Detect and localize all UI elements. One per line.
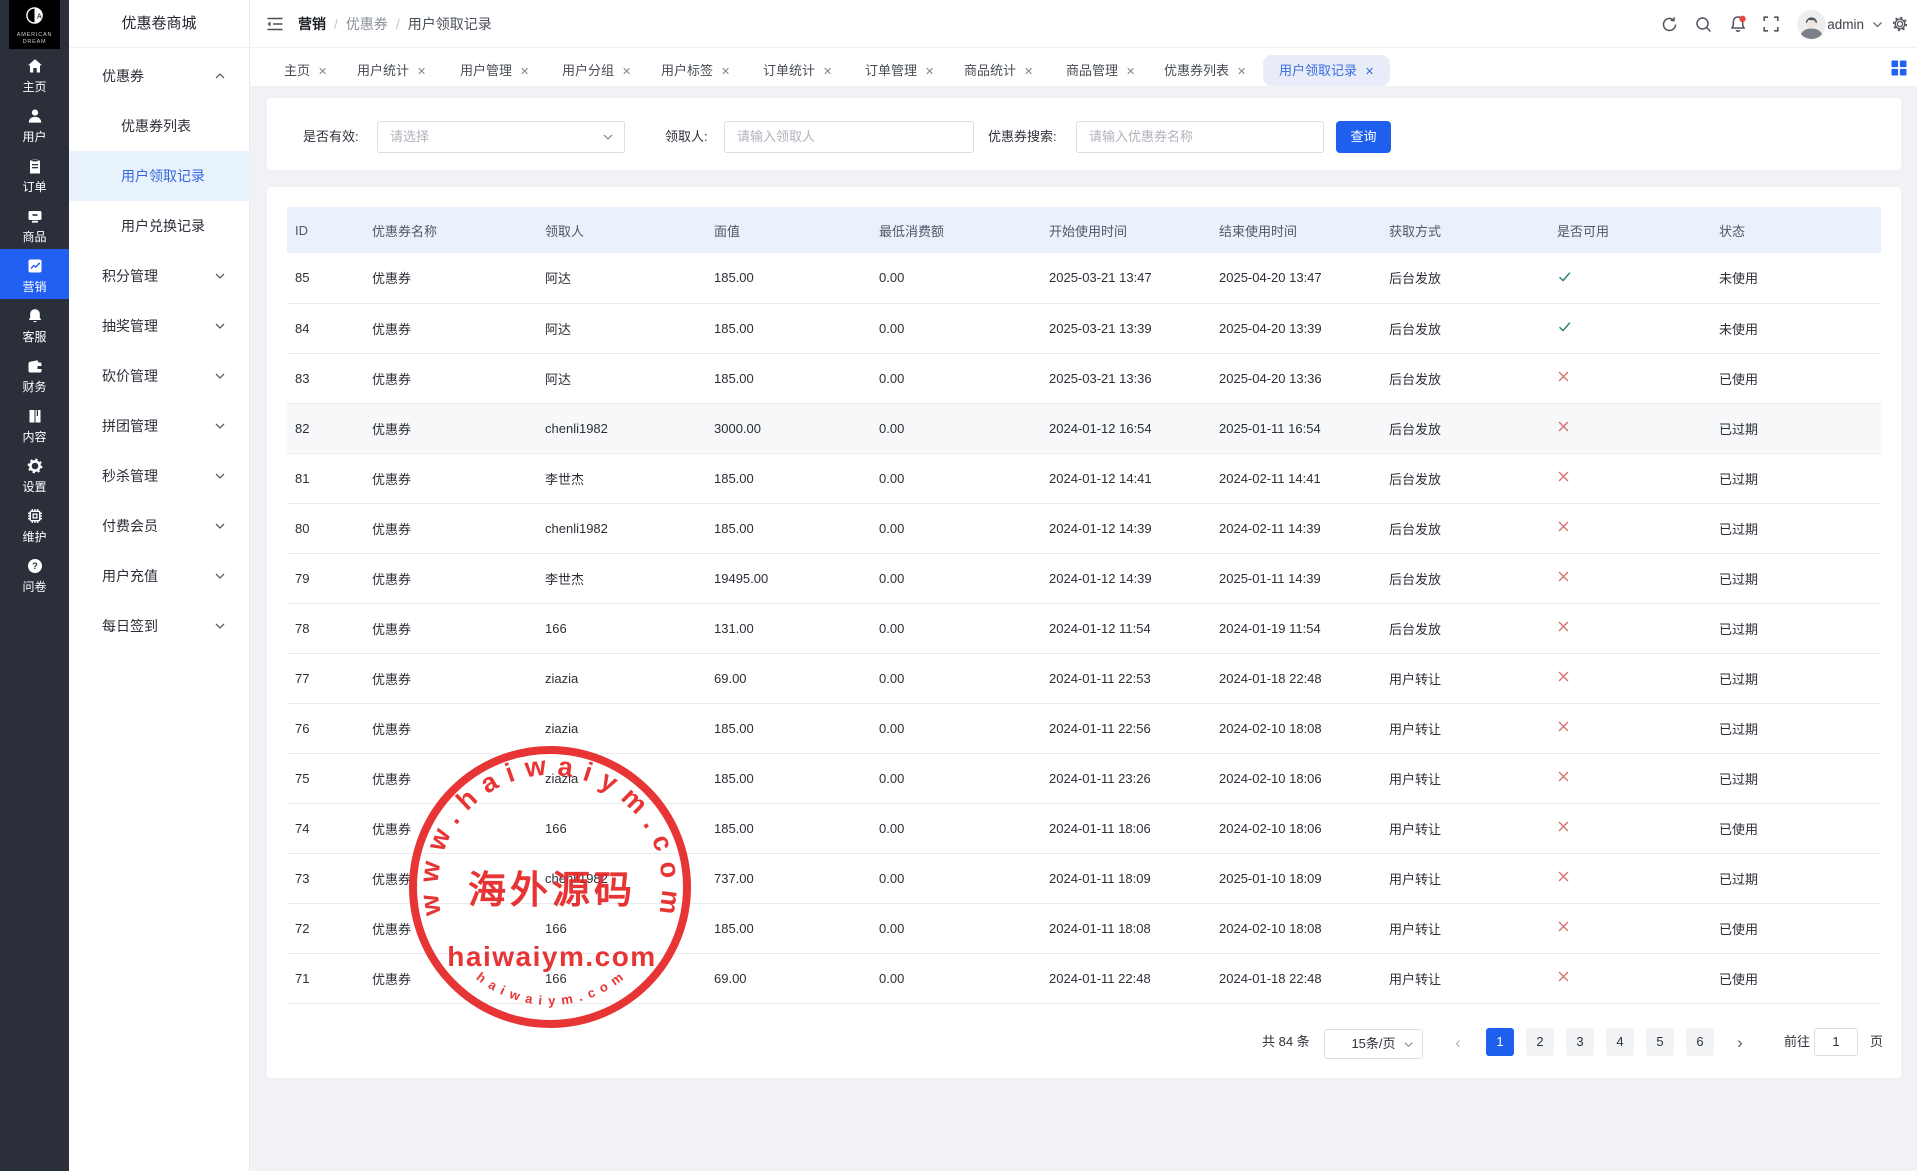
svg-text:海外源码: 海外源码 [468,870,636,912]
svg-text:?: ? [32,561,38,571]
svg-text:haiwaiym.com: haiwaiym.com [447,941,656,972]
svg-text:A: A [37,14,42,21]
svg-text:haiwaiym.com: haiwaiym.com [474,969,626,1008]
